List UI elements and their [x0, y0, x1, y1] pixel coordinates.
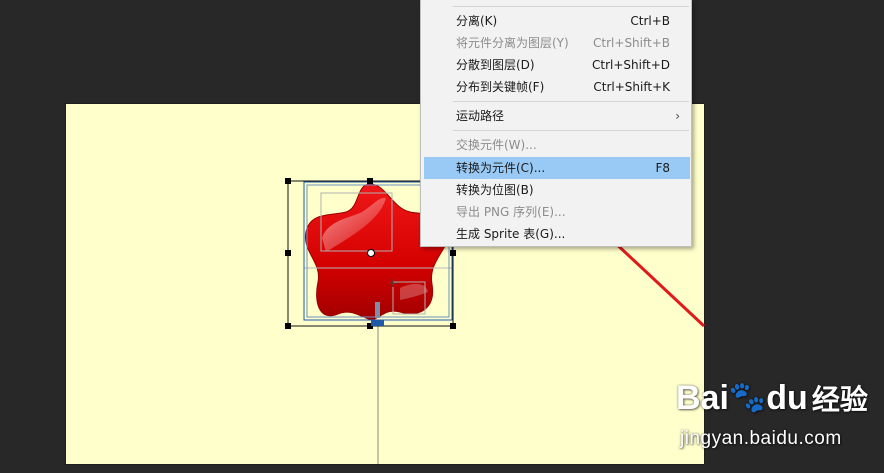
logo-text-jingyan: 经验	[811, 383, 868, 416]
transform-pivot-point[interactable]	[367, 249, 375, 257]
handle-top-middle[interactable]	[367, 178, 373, 184]
watermark-url: jingyan.baidu.com	[680, 428, 842, 449]
menu-item-convert-to-symbol[interactable]: 转换为元件(C)... F8	[424, 157, 690, 179]
menu-item-label: 将元件分离为图层(Y)	[456, 36, 569, 50]
menu-item-label: 转换为位图(B)	[456, 183, 534, 197]
menu-item-label: 交换元件(W)...	[456, 138, 537, 152]
menu-item-label: 生成 Sprite 表(G)...	[456, 227, 566, 241]
menu-item-distribute-to-layers[interactable]: 分散到图层(D) Ctrl+Shift+D	[424, 54, 690, 76]
menu-separator	[453, 6, 689, 7]
menu-item-shortcut: Ctrl+Shift+D	[592, 58, 670, 72]
menu-item-convert-to-bitmap[interactable]: 转换为位图(B)	[424, 179, 690, 201]
handle-top-left[interactable]	[285, 178, 291, 184]
menu-item-label: 运动路径	[456, 109, 505, 123]
logo-text-du: du	[766, 379, 808, 417]
baidu-logo: Bai🐾du 经验	[676, 378, 868, 420]
menu-item-shortcut: Ctrl+Shift+K	[593, 80, 670, 94]
handle-middle-left[interactable]	[285, 250, 291, 256]
handle-bottom-right[interactable]	[450, 323, 456, 329]
handle-middle-right[interactable]	[450, 250, 456, 256]
paw-icon: 🐾	[728, 381, 767, 414]
handle-bottom-left[interactable]	[285, 323, 291, 329]
menu-item-generate-sprite-sheet[interactable]: 生成 Sprite 表(G)...	[424, 223, 690, 245]
menu-item-distribute-symbol-to-layers[interactable]: 将元件分离为图层(Y) Ctrl+Shift+B	[424, 32, 690, 54]
menu-item-break-apart[interactable]: 分离(K) Ctrl+B	[424, 10, 690, 32]
baidu-jingyan-watermark: Bai🐾du 经验 jingyan.baidu.com	[676, 378, 876, 458]
menu-item-label: 分散到图层(D)	[456, 58, 535, 72]
menu-item-label: 分离(K)	[456, 14, 498, 28]
menu-item-distribute-to-keyframes[interactable]: 分布到关键帧(F) Ctrl+Shift+K	[424, 76, 690, 98]
submenu-chevron-icon: ›	[675, 109, 680, 123]
menu-item-label: 转换为元件(C)...	[456, 161, 546, 175]
menu-separator	[453, 130, 689, 131]
menu-item-label: 导出 PNG 序列(E)...	[456, 205, 566, 219]
logo-text-bai: Bai	[676, 379, 729, 417]
menu-item-export-png-sequence[interactable]: 导出 PNG 序列(E)...	[424, 201, 690, 223]
menu-item-motion-path[interactable]: 运动路径 ›	[424, 105, 690, 127]
menu-item-shortcut: Ctrl+Shift+B	[593, 36, 670, 50]
menu-item-shortcut: F8	[655, 161, 670, 175]
menu-separator	[453, 101, 689, 102]
menu-item-swap-symbol[interactable]: 交换元件(W)...	[424, 134, 690, 156]
menu-item-shortcut: Ctrl+B	[630, 14, 670, 28]
context-menu: 分离(K) Ctrl+B 将元件分离为图层(Y) Ctrl+Shift+B 分散…	[420, 0, 692, 247]
menu-item-label: 分布到关键帧(F)	[456, 80, 545, 94]
